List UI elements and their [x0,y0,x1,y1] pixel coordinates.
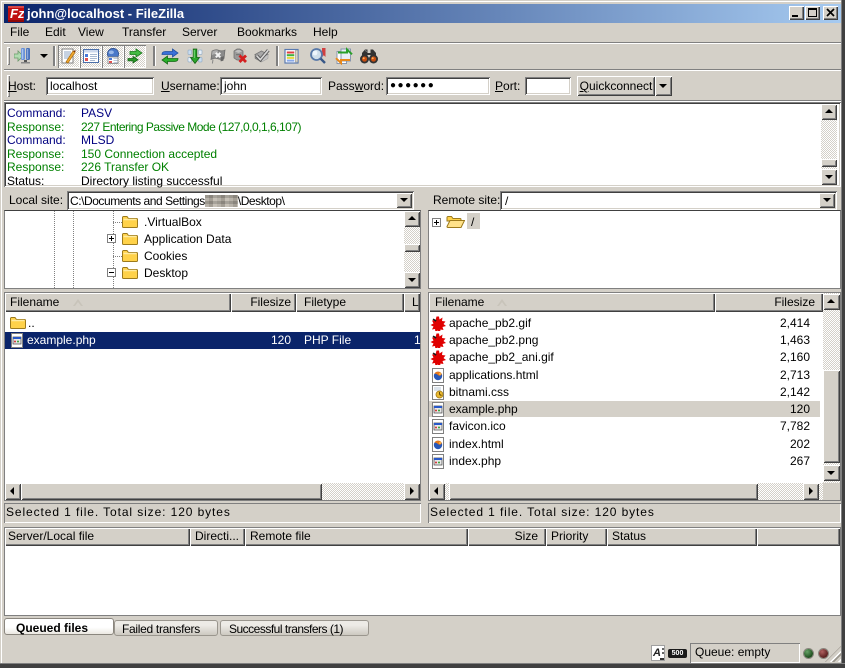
svg-text:Fz: Fz [10,6,24,21]
